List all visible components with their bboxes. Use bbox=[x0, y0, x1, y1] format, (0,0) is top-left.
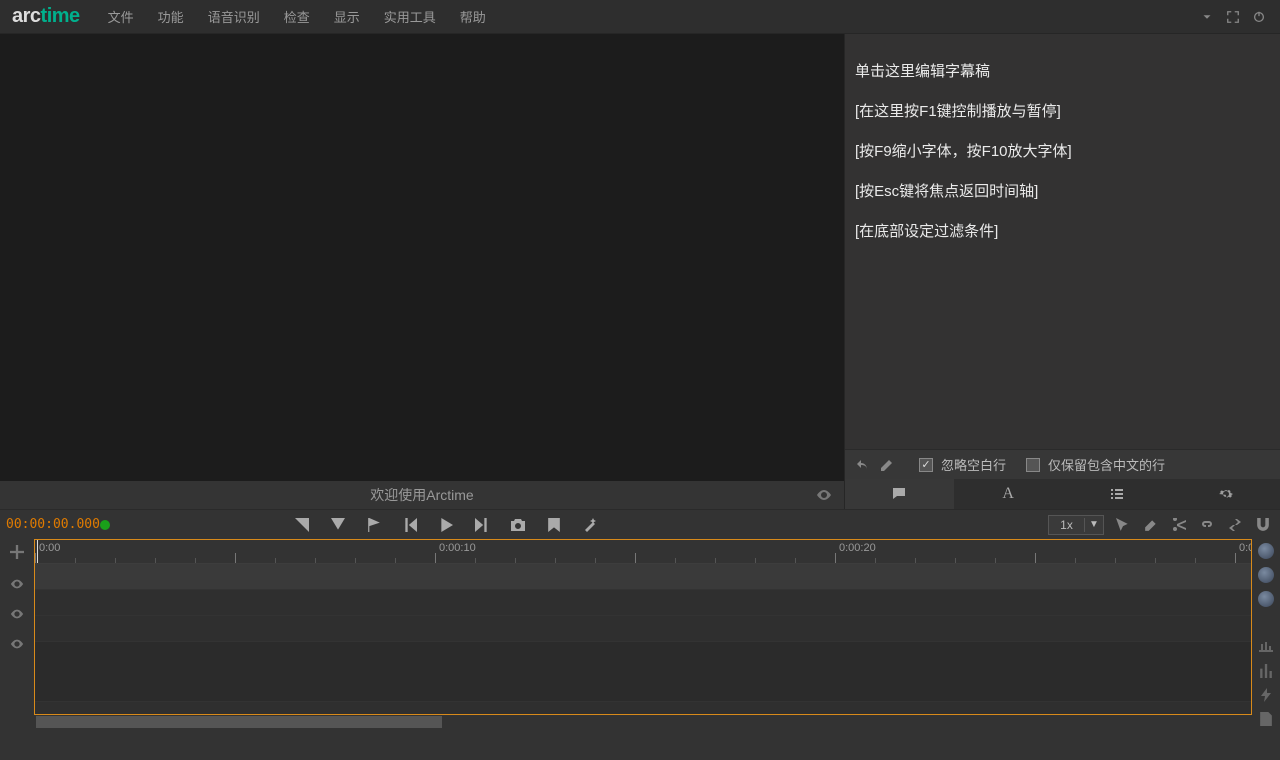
eye-icon[interactable] bbox=[10, 607, 24, 621]
eye-icon[interactable] bbox=[10, 637, 24, 651]
zoom-dot-2[interactable] bbox=[1258, 567, 1274, 583]
video-preview[interactable]: 欢迎使用Arctime bbox=[0, 34, 844, 509]
menu-check[interactable]: 检查 bbox=[272, 7, 322, 26]
track-3[interactable] bbox=[35, 616, 1251, 642]
camera-icon[interactable] bbox=[511, 518, 525, 532]
timeline-right-gutter bbox=[1252, 539, 1280, 729]
menu-function[interactable]: 功能 bbox=[146, 7, 196, 26]
flag-icon[interactable] bbox=[367, 518, 381, 532]
zoom-dot-3[interactable] bbox=[1258, 591, 1274, 607]
prev-frame-icon[interactable] bbox=[403, 518, 417, 532]
status-text: 欢迎使用Arctime bbox=[370, 485, 473, 505]
fullscreen-icon[interactable] bbox=[1226, 10, 1240, 24]
status-dot bbox=[100, 520, 110, 530]
bars-icon[interactable] bbox=[1259, 664, 1273, 678]
menu-help[interactable]: 帮助 bbox=[448, 7, 498, 26]
triangle-down-icon[interactable] bbox=[331, 518, 345, 532]
audio-track[interactable] bbox=[35, 642, 1251, 702]
timeline[interactable]: 0:000:00:100:00:200:00: bbox=[34, 539, 1252, 715]
main-menu: 文件 功能 语音识别 检查 显示 实用工具 帮助 bbox=[96, 7, 498, 26]
eye-icon[interactable] bbox=[10, 577, 24, 591]
timeline-area: 0:000:00:100:00:200:00: bbox=[0, 539, 1280, 729]
checkbox-ignore-blank[interactable]: ✓ bbox=[919, 458, 933, 472]
pencil-icon[interactable] bbox=[879, 457, 895, 473]
speed-dropdown-icon[interactable]: ▼ bbox=[1085, 519, 1103, 530]
doc-icon[interactable] bbox=[1259, 712, 1273, 726]
track-2[interactable] bbox=[35, 590, 1251, 616]
chevron-down-icon[interactable] bbox=[1200, 10, 1214, 24]
gear-icon bbox=[1218, 486, 1234, 502]
marker-back-icon[interactable] bbox=[295, 518, 309, 532]
timeline-scrollbar[interactable] bbox=[0, 715, 1252, 729]
preview-status-bar: 欢迎使用Arctime bbox=[0, 481, 844, 509]
keep-chinese-label: 仅保留包含中文的行 bbox=[1048, 455, 1165, 474]
lightning-icon[interactable] bbox=[1259, 688, 1273, 702]
link-icon[interactable] bbox=[1200, 518, 1214, 532]
chat-icon bbox=[891, 486, 907, 502]
bookmark-icon[interactable] bbox=[547, 518, 561, 532]
menu-bar: arctime 文件 功能 语音识别 检查 显示 实用工具 帮助 bbox=[0, 0, 1280, 34]
text-style-icon: A bbox=[1002, 485, 1014, 503]
checkbox-keep-chinese[interactable] bbox=[1026, 458, 1040, 472]
wand-icon[interactable] bbox=[583, 518, 597, 532]
play-icon[interactable] bbox=[439, 518, 453, 532]
playhead[interactable] bbox=[37, 540, 38, 563]
ignore-blank-label: 忽略空白行 bbox=[941, 455, 1006, 474]
zoom-dot-1[interactable] bbox=[1258, 543, 1274, 559]
magnet-icon[interactable] bbox=[1256, 518, 1270, 532]
time-ruler[interactable]: 0:000:00:100:00:200:00: bbox=[35, 540, 1251, 564]
power-icon[interactable] bbox=[1252, 10, 1266, 24]
timecode: 00:00:00.000 bbox=[6, 517, 96, 532]
speed-selector[interactable]: 1x ▼ bbox=[1048, 515, 1104, 535]
track-1[interactable] bbox=[35, 564, 1251, 590]
tab-list[interactable] bbox=[1063, 479, 1172, 509]
transport-bar: 00:00:00.000 1x ▼ bbox=[0, 509, 1280, 539]
scroll-thumb[interactable] bbox=[36, 716, 442, 728]
list-icon bbox=[1109, 486, 1125, 502]
script-editor[interactable]: 单击这里编辑字幕稿 [在这里按F1键控制播放与暂停] [按F9缩小字体，按F10… bbox=[845, 34, 1280, 449]
tab-settings[interactable] bbox=[1171, 479, 1280, 509]
script-toolbar: ✓ 忽略空白行 仅保留包含中文的行 bbox=[845, 449, 1280, 479]
waveform-icon[interactable] bbox=[1259, 640, 1273, 654]
swap-icon[interactable] bbox=[1228, 518, 1242, 532]
undo-icon[interactable] bbox=[855, 457, 871, 473]
scissors-icon[interactable] bbox=[1172, 518, 1186, 532]
menu-utils[interactable]: 实用工具 bbox=[372, 7, 448, 26]
tab-style[interactable]: A bbox=[954, 479, 1063, 509]
next-frame-icon[interactable] bbox=[475, 518, 489, 532]
menu-file[interactable]: 文件 bbox=[96, 7, 146, 26]
visibility-icon[interactable] bbox=[816, 487, 832, 503]
side-tabs: A bbox=[845, 479, 1280, 509]
add-icon[interactable] bbox=[10, 545, 24, 559]
pointer-icon[interactable] bbox=[1116, 518, 1130, 532]
menu-speech[interactable]: 语音识别 bbox=[196, 7, 272, 26]
tab-chat[interactable] bbox=[845, 479, 954, 509]
menu-display[interactable]: 显示 bbox=[322, 7, 372, 26]
side-panel: 单击这里编辑字幕稿 [在这里按F1键控制播放与暂停] [按F9缩小字体，按F10… bbox=[844, 34, 1280, 509]
app-logo: arctime bbox=[6, 5, 86, 28]
timeline-left-gutter bbox=[0, 539, 34, 715]
edit-icon[interactable] bbox=[1144, 518, 1158, 532]
